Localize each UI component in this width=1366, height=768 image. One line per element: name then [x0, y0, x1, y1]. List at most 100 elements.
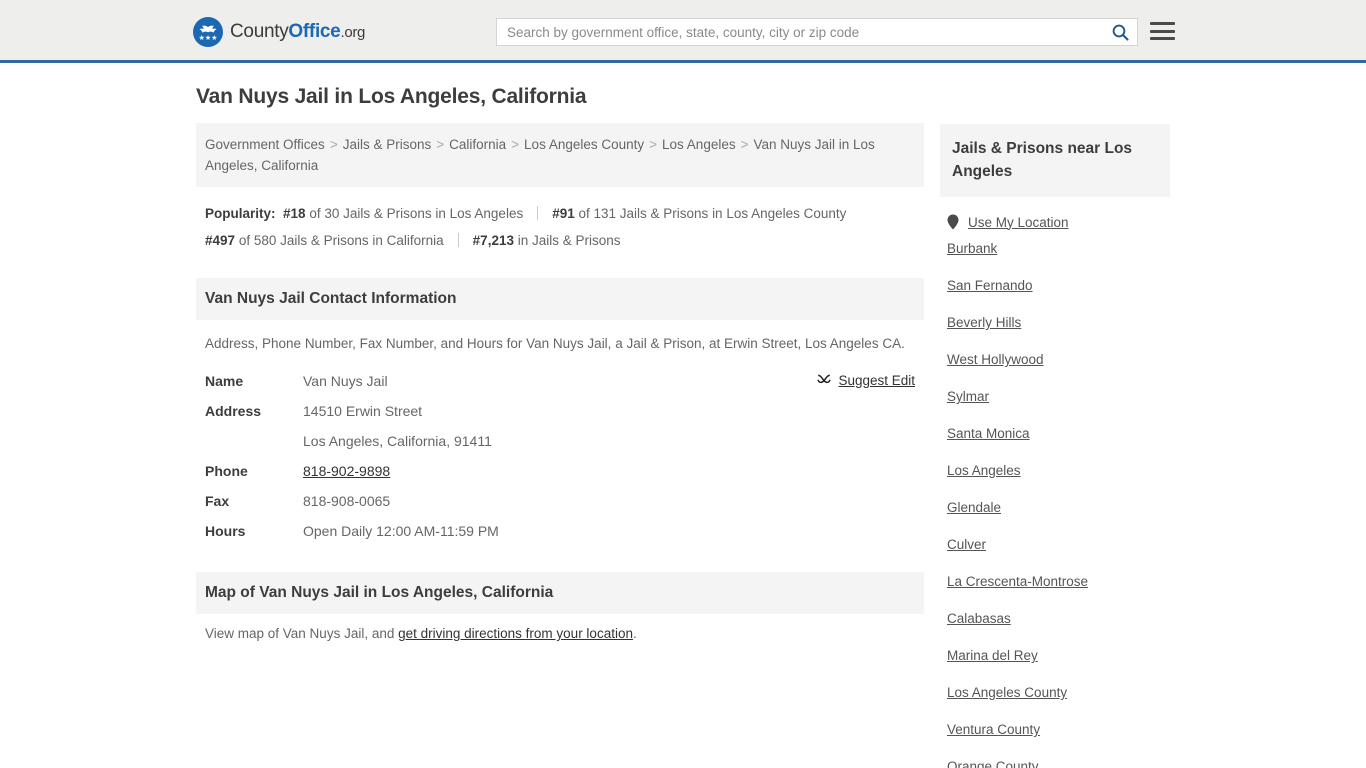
logo-text-tld: .org	[340, 24, 366, 41]
list-item: Ventura County	[940, 711, 1170, 748]
main-content: Van Nuys Jail in Los Angeles, California…	[196, 85, 924, 653]
sidebar-link-santa-monica[interactable]: Santa Monica	[940, 415, 1170, 452]
contact-section-intro: Address, Phone Number, Fax Number, and H…	[205, 336, 905, 351]
breadcrumb-separator: >	[511, 137, 520, 152]
popularity-divider	[457, 233, 459, 247]
popularity-rank: #91	[552, 206, 575, 221]
list-item: Santa Monica	[940, 415, 1170, 452]
list-item: San Fernando	[940, 267, 1170, 304]
list-item: Orange County	[940, 748, 1170, 768]
map-pin-icon	[947, 214, 959, 230]
popularity-item-state: #497 of 580 Jails & Prisons in Californi…	[205, 233, 444, 248]
breadcrumb: Government Offices > Jails & Prisons > Calif…	[196, 123, 924, 187]
table-row: Name Van Nuys Jail	[196, 366, 924, 396]
popularity-rank: #7,213	[472, 233, 514, 248]
site-logo[interactable]: ★★★ CountyOffice.org	[193, 17, 365, 47]
table-row: Phone 818-902-9898	[196, 456, 924, 486]
sidebar-link-west-hollywood[interactable]: West Hollywood	[940, 341, 1170, 378]
contact-value-address-street: 14510 Erwin Street	[303, 403, 423, 419]
sidebar-link-los-angeles-county[interactable]: Los Angeles County	[940, 674, 1170, 711]
sidebar-link-burbank[interactable]: Burbank	[940, 230, 1170, 267]
table-row: Fax 818-908-0065	[196, 486, 924, 516]
logo-text: CountyOffice.org	[230, 21, 365, 43]
popularity-text: of 580 Jails & Prisons in California	[238, 233, 444, 248]
breadcrumb-separator: >	[436, 137, 445, 152]
use-my-location[interactable]: Use My Location	[940, 197, 1170, 230]
breadcrumb-item-los-angeles-county[interactable]: Los Angeles County	[524, 137, 644, 152]
popularity-label: Popularity:	[205, 206, 276, 221]
breadcrumb-item-california[interactable]: California	[449, 137, 506, 152]
contact-key-blank	[196, 426, 303, 456]
popularity-bar: Popularity: #18 of 30 Jails & Prisons in…	[196, 187, 924, 262]
suggest-edit[interactable]: Suggest Edit	[817, 373, 915, 388]
sidebar-link-sylmar[interactable]: Sylmar	[940, 378, 1170, 415]
table-row: Los Angeles, California, 91411	[196, 426, 924, 456]
breadcrumb-separator: >	[649, 137, 658, 152]
sidebar-link-ventura-county[interactable]: Ventura County	[940, 711, 1170, 748]
sidebar-heading: Jails & Prisons near Los Angeles	[940, 124, 1170, 197]
breadcrumb-item-government-offices[interactable]: Government Offices	[205, 137, 325, 152]
breadcrumb-item-jails-prisons[interactable]: Jails & Prisons	[343, 137, 432, 152]
sidebar-link-glendale[interactable]: Glendale	[940, 489, 1170, 526]
list-item: La Crescenta-Montrose	[940, 563, 1170, 600]
popularity-item-county: #91 of 131 Jails & Prisons in Los Angele…	[552, 206, 846, 221]
contact-value-hours: Open Daily 12:00 AM-11:59 PM	[303, 523, 499, 539]
sidebar-link-los-angeles[interactable]: Los Angeles	[940, 452, 1170, 489]
list-item: Los Angeles	[940, 452, 1170, 489]
popularity-rank: #18	[283, 206, 306, 221]
logo-text-county: County	[230, 21, 289, 42]
sidebar-link-orange-county[interactable]: Orange County	[940, 748, 1170, 768]
sidebar-link-la-crescenta-montrose[interactable]: La Crescenta-Montrose	[940, 563, 1170, 600]
breadcrumb-item-los-angeles[interactable]: Los Angeles	[662, 137, 736, 152]
edit-pencil-icon	[817, 373, 831, 383]
map-section-header: Map of Van Nuys Jail in Los Angeles, Cal…	[196, 572, 924, 614]
hamburger-menu-icon[interactable]	[1150, 20, 1175, 42]
list-item: Beverly Hills	[940, 304, 1170, 341]
logo-text-office: Office	[288, 21, 341, 42]
list-item: Glendale	[940, 489, 1170, 526]
popularity-rank: #497	[205, 233, 236, 248]
search-box[interactable]	[496, 18, 1138, 46]
contact-value-fax: 818-908-0065	[303, 493, 391, 509]
page-title: Van Nuys Jail in Los Angeles, California	[196, 85, 587, 108]
search-input[interactable]	[497, 24, 1103, 40]
map-section-intro: View map of Van Nuys Jail, and get drivi…	[196, 614, 924, 653]
popularity-text: in Jails & Prisons	[517, 233, 621, 248]
map-intro-before: View map of Van Nuys Jail, and	[205, 626, 399, 641]
site-header: ★★★ CountyOffice.org	[0, 0, 1366, 63]
table-row: Hours Open Daily 12:00 AM-11:59 PM	[196, 516, 924, 546]
use-my-location-link[interactable]: Use My Location	[968, 215, 1069, 230]
sidebar-link-san-fernando[interactable]: San Fernando	[940, 267, 1170, 304]
hamburger-bar	[1150, 29, 1175, 33]
sidebar-link-calabasas[interactable]: Calabasas	[940, 600, 1170, 637]
list-item: West Hollywood	[940, 341, 1170, 378]
list-item: Los Angeles County	[940, 674, 1170, 711]
search-button[interactable]	[1103, 19, 1137, 45]
sidebar-links: Burbank San Fernando Beverly Hills West …	[940, 230, 1170, 768]
contact-value-phone[interactable]: 818-902-9898	[303, 463, 390, 479]
stars-glyph: ★★★	[198, 34, 218, 42]
list-item: Marina del Rey	[940, 637, 1170, 674]
eagle-logo-icon: ★★★	[193, 17, 223, 47]
contact-key-name: Name	[205, 373, 244, 389]
suggest-edit-link[interactable]: Suggest Edit	[838, 373, 915, 388]
search-icon	[1112, 24, 1129, 41]
contact-table: Name Van Nuys Jail Address 14510 Erwin S…	[196, 366, 924, 546]
contact-value-address-city: Los Angeles, California, 91411	[303, 433, 492, 449]
popularity-text: of 30 Jails & Prisons in Los Angeles	[309, 206, 524, 221]
sidebar-link-beverly-hills[interactable]: Beverly Hills	[940, 304, 1170, 341]
breadcrumb-separator: >	[740, 137, 749, 152]
list-item: Burbank	[940, 230, 1170, 267]
popularity-item-national: #7,213 in Jails & Prisons	[473, 233, 621, 248]
sidebar: Jails & Prisons near Los Angeles Use My …	[940, 124, 1170, 768]
sidebar-link-culver[interactable]: Culver	[940, 526, 1170, 563]
contact-key-fax: Fax	[205, 493, 230, 509]
list-item: Calabasas	[940, 600, 1170, 637]
contact-key-hours: Hours	[205, 523, 246, 539]
contact-key-address: Address	[205, 403, 262, 419]
popularity-item-city: #18 of 30 Jails & Prisons in Los Angeles	[283, 206, 523, 221]
driving-directions-link[interactable]: get driving directions from your locatio…	[398, 626, 633, 641]
popularity-text: of 131 Jails & Prisons in Los Angeles Co…	[578, 206, 847, 221]
sidebar-link-marina-del-rey[interactable]: Marina del Rey	[940, 637, 1170, 674]
contact-section-header: Van Nuys Jail Contact Information	[196, 278, 924, 320]
